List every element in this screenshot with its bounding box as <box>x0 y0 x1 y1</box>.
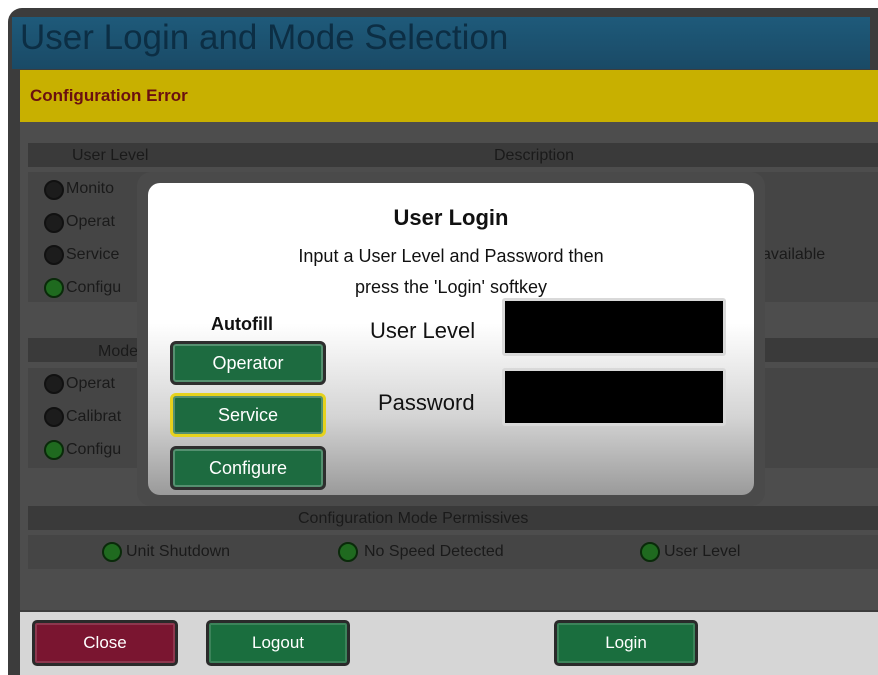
autofill-service-button[interactable]: Service <box>170 393 326 437</box>
operator-label: Operat <box>66 213 115 230</box>
user-level-label: User Level <box>370 318 476 343</box>
autofill-configure-button[interactable]: Configure <box>170 446 326 490</box>
window-title: User Login and Mode Selection <box>20 18 509 57</box>
permissives-header: Configuration Mode Permissives <box>298 510 529 527</box>
close-button[interactable]: Close <box>32 620 178 666</box>
service-led[interactable] <box>44 245 64 265</box>
operator-led[interactable] <box>44 213 64 233</box>
user-level-input[interactable] <box>502 298 726 356</box>
dialog-title: User Login <box>393 205 509 230</box>
mode-operate-led[interactable] <box>44 374 64 394</box>
monitor-label: Monito <box>66 180 115 197</box>
autofill-operator-button[interactable]: Operator <box>170 341 326 385</box>
user-level-permissive-label: User Level <box>664 543 741 560</box>
mode-header: Mode <box>98 343 139 360</box>
unit-shutdown-led <box>102 542 122 562</box>
user-level-permissive-led <box>640 542 660 562</box>
monitor-led[interactable] <box>44 180 64 200</box>
user-level-header: User Level <box>72 147 149 164</box>
user-level-header-row <box>28 143 878 167</box>
description-header: Description <box>494 147 575 164</box>
dialog-instruction-line1: Input a User Level and Password then <box>298 246 604 266</box>
password-input[interactable] <box>502 368 726 426</box>
configure-label: Configu <box>66 279 122 296</box>
unit-shutdown-label: Unit Shutdown <box>126 543 231 560</box>
error-text: Configuration Error <box>30 86 188 105</box>
service-label: Service <box>66 246 120 263</box>
mode-operate-label: Operat <box>66 375 115 392</box>
description-text: available <box>762 246 826 263</box>
mode-configure-label: Configu <box>66 441 122 458</box>
mode-configure-led[interactable] <box>44 440 64 460</box>
password-label: Password <box>378 390 475 415</box>
configure-led[interactable] <box>44 278 64 298</box>
login-button[interactable]: Login <box>554 620 698 666</box>
dialog-instruction-line2: press the 'Login' softkey <box>355 277 547 297</box>
mode-calibrate-label: Calibrat <box>66 408 122 425</box>
mode-calibrate-led[interactable] <box>44 407 64 427</box>
logout-button[interactable]: Logout <box>206 620 350 666</box>
autofill-label: Autofill <box>211 314 273 334</box>
no-speed-label: No Speed Detected <box>364 543 504 560</box>
no-speed-led <box>338 542 358 562</box>
